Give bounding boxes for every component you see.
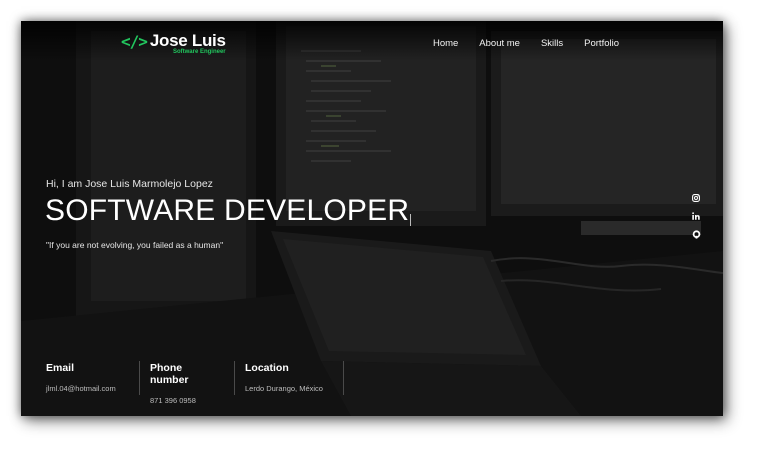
logo-name: Jose Luis [149,31,226,50]
logo-subtitle: Software Engineer [172,49,226,55]
contact-label: Phone number [150,362,189,386]
nav-skills[interactable]: Skills [541,38,563,49]
contact-value[interactable]: 871 396 0958 [150,396,220,405]
instagram-icon[interactable] [691,193,701,203]
nav-about-me[interactable]: About me [479,38,520,49]
site-frame: </> Jose Luis Software Engineer Home Abo… [21,21,723,416]
contact-value[interactable]: jlml.04@hotmail.com [46,384,125,393]
typing-cursor [410,214,412,226]
hero-quote: "If you are not evolving, you failed as … [46,240,224,250]
nav-portfolio[interactable]: Portfolio [584,38,619,49]
hero-headline-text: SOFTWARE DEVELOPER [45,194,410,227]
contact-phone: Phone number 871 396 0958 [150,361,235,405]
hero-headline: SOFTWARE DEVELOPER [45,194,412,228]
site-logo[interactable]: </> Jose Luis Software Engineer [121,32,226,56]
contact-label: Location [245,362,289,374]
social-links [691,193,701,239]
hero-greeting: Hi, I am Jose Luis Marmolejo Lopez [46,178,213,190]
logo-text: Jose Luis Software Engineer [150,32,226,56]
contact-email: Email jlml.04@hotmail.com [46,361,140,395]
contact-value: Lerdo Durango, México [245,384,323,393]
github-icon[interactable] [691,229,701,239]
contact-info: Email jlml.04@hotmail.com Phone number 8… [46,361,354,405]
contact-label: Email [46,362,75,374]
nav-home[interactable]: Home [433,38,458,49]
code-icon: </> [121,32,148,51]
linkedin-icon[interactable] [691,211,701,221]
contact-location: Location Lerdo Durango, México [245,361,344,395]
main-nav: Home About me Skills Portfolio [412,38,619,49]
